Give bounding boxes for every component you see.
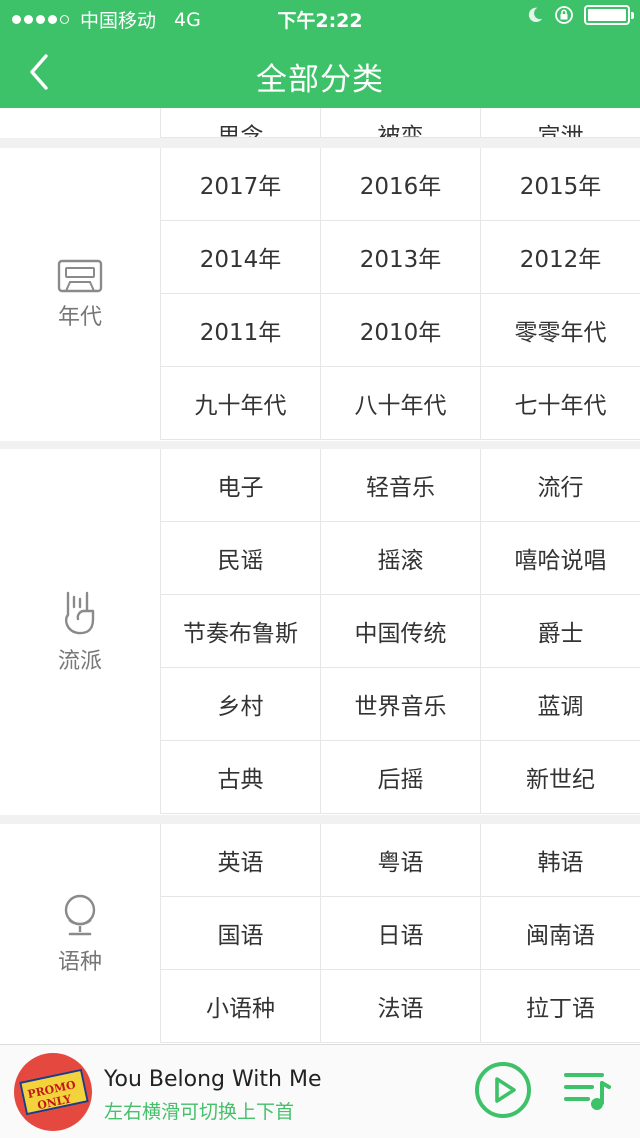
category-cell[interactable]: 2016年 <box>320 148 480 221</box>
category-cell[interactable]: 零零年代 <box>480 294 640 367</box>
category-cell[interactable]: 七十年代 <box>480 367 640 440</box>
song-title: You Belong With Me <box>104 1067 322 1092</box>
moon-icon <box>528 7 543 23</box>
category-cell[interactable]: 拉丁语 <box>480 970 640 1043</box>
battery-icon <box>584 5 634 25</box>
category-cell[interactable]: 英语 <box>160 824 320 897</box>
category-cell[interactable]: 2017年 <box>160 148 320 221</box>
category-cell[interactable]: 后摇 <box>320 741 480 814</box>
category-cell[interactable]: 2014年 <box>160 221 320 294</box>
rotation-lock-icon <box>555 6 573 24</box>
category-cell[interactable]: 中国传统 <box>320 595 480 668</box>
category-cell[interactable]: 宣泄 <box>480 108 640 138</box>
category-cell[interactable]: 2015年 <box>480 148 640 221</box>
section-language: 语种 英语 粤语 韩语 国语 日语 闽南语 小语种 法语 拉丁语 <box>0 824 640 1044</box>
category-cell[interactable]: 思念 <box>160 108 320 138</box>
category-cell[interactable]: 轻音乐 <box>320 449 480 522</box>
category-cell[interactable]: 八十年代 <box>320 367 480 440</box>
section-label-language: 语种 <box>0 824 160 1044</box>
previous-section-tail: 思念 被变 宣泄 <box>0 108 640 138</box>
category-cell[interactable]: 法语 <box>320 970 480 1043</box>
category-cell[interactable]: 节奏布鲁斯 <box>160 595 320 668</box>
category-cell[interactable]: 小语种 <box>160 970 320 1043</box>
category-cell[interactable]: 蓝调 <box>480 668 640 741</box>
category-cell[interactable]: 被变 <box>320 108 480 138</box>
category-cell[interactable]: 流行 <box>480 449 640 522</box>
category-cell[interactable]: 2010年 <box>320 294 480 367</box>
status-bar: 中国移动 4G 下午2:22 <box>0 0 640 36</box>
category-cell[interactable]: 2011年 <box>160 294 320 367</box>
swipe-hint: 左右横滑可切换上下首 <box>104 1101 295 1123</box>
cassette-icon <box>57 259 103 292</box>
category-cell[interactable]: 乡村 <box>160 668 320 741</box>
category-cell[interactable]: 嘻哈说唱 <box>480 522 640 595</box>
category-cell[interactable]: 民谣 <box>160 522 320 595</box>
category-cell[interactable]: 摇滚 <box>320 522 480 595</box>
page-title: 全部分类 <box>256 62 384 98</box>
mini-player[interactable]: PROMO ONLY You Belong With Me 左右横滑可切换上下首 <box>0 1044 640 1138</box>
category-cell[interactable]: 古典 <box>160 741 320 814</box>
section-genre: 流派 电子 轻音乐 流行 民谣 摇滚 嘻哈说唱 节奏布鲁斯 中国传统 爵士 乡村… <box>0 449 640 815</box>
category-cell[interactable]: 粤语 <box>320 824 480 897</box>
category-cell[interactable]: 爵士 <box>480 595 640 668</box>
category-cell[interactable]: 日语 <box>320 897 480 970</box>
playlist-icon[interactable] <box>562 1065 612 1115</box>
category-cell[interactable]: 国语 <box>160 897 320 970</box>
category-cell[interactable]: 九十年代 <box>160 367 320 440</box>
play-icon[interactable] <box>474 1061 532 1119</box>
category-cell[interactable]: 闽南语 <box>480 897 640 970</box>
category-cell[interactable]: 韩语 <box>480 824 640 897</box>
category-cell[interactable]: 新世纪 <box>480 741 640 814</box>
section-label-genre: 流派 <box>0 449 160 815</box>
section-era: 年代 2017年 2016年 2015年 2014年 2013年 2012年 2… <box>0 148 640 441</box>
category-cell[interactable]: 2013年 <box>320 221 480 294</box>
category-list[interactable]: 思念 被变 宣泄 年代 2017年 2016年 2015年 2014年 2013… <box>0 108 640 1044</box>
category-cell[interactable]: 2012年 <box>480 221 640 294</box>
category-cell[interactable]: 世界音乐 <box>320 668 480 741</box>
rock-hand-icon <box>64 591 95 635</box>
app-header: 中国移动 4G 下午2:22 全部分类 <box>0 0 640 108</box>
category-cell[interactable]: 电子 <box>160 449 320 522</box>
album-art[interactable]: PROMO ONLY <box>14 1053 92 1131</box>
globe-icon <box>64 894 96 936</box>
section-label-era: 年代 <box>0 148 160 441</box>
